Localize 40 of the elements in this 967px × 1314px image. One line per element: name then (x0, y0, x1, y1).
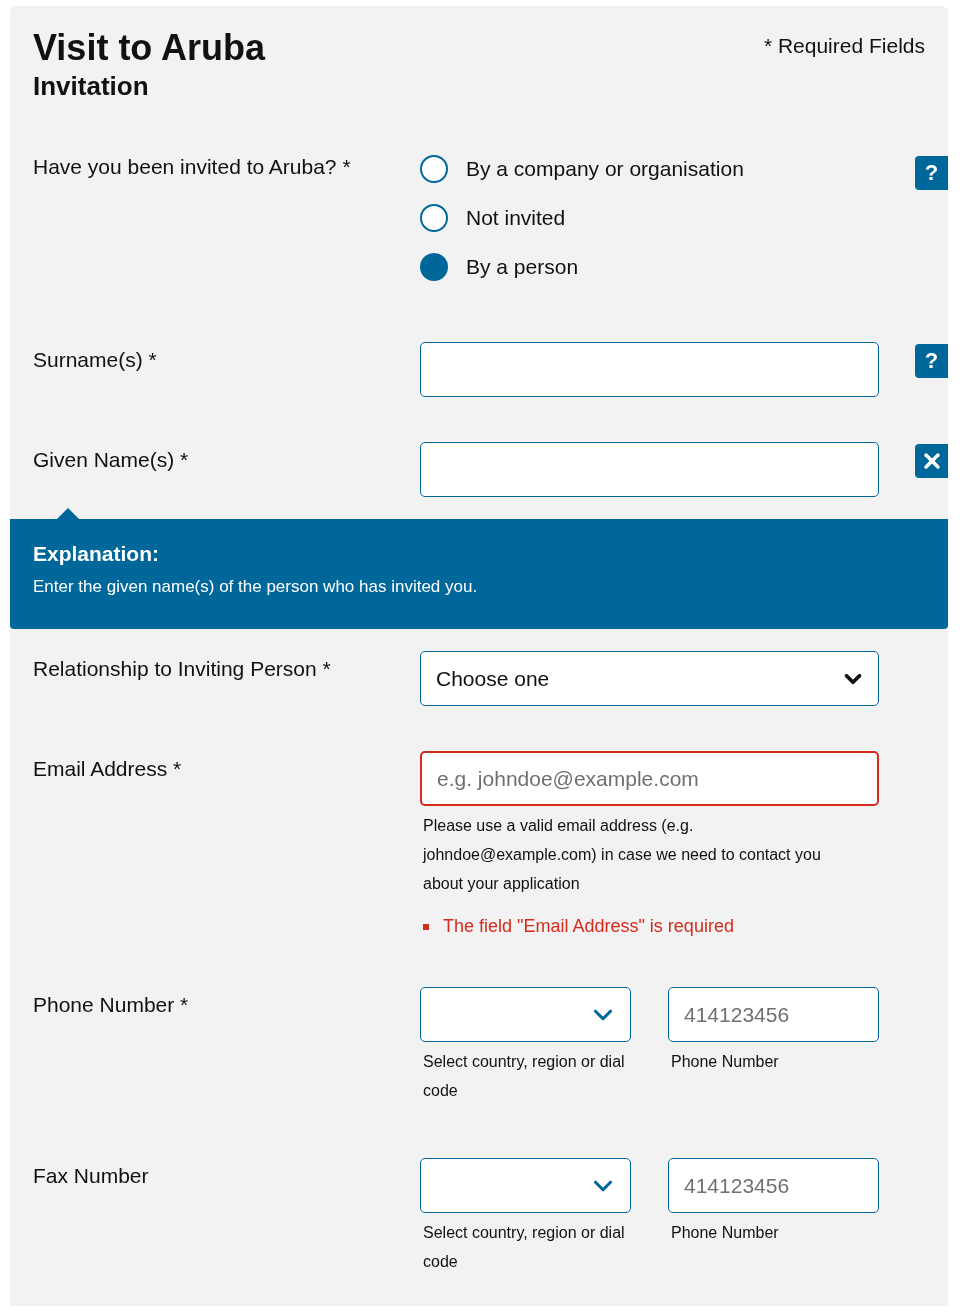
field-label: Given Name(s) * (33, 447, 190, 473)
radio-option[interactable]: By a person (420, 253, 879, 281)
help-button[interactable]: ? (915, 344, 948, 378)
radio-option[interactable]: Not invited (420, 204, 879, 232)
field-label: Relationship to Inviting Person * (33, 656, 332, 682)
explanation-text: Enter the given name(s) of the person who has invited you. (33, 576, 479, 598)
field-label: Fax Number (33, 1163, 150, 1189)
radio-button[interactable] (420, 253, 448, 281)
field-label: Email Address * (33, 756, 183, 782)
section-title: Invitation (33, 70, 150, 102)
page-title: Visit to Aruba (33, 28, 266, 68)
hint-text: Phone Number (670, 1052, 780, 1072)
required-note: * Required Fields (763, 33, 925, 59)
close-button[interactable] (915, 444, 948, 478)
radio-button[interactable] (420, 155, 448, 183)
bullet-icon (423, 923, 429, 930)
option-label: By a person (466, 255, 579, 279)
phone-field[interactable]: 414123456 (668, 1158, 879, 1213)
error-message: The field "Email Address" is required (443, 916, 734, 937)
hint-text: Phone Number (670, 1223, 780, 1243)
text-field[interactable] (420, 342, 879, 397)
text-field[interactable] (420, 442, 879, 497)
field-label: Have you been invited to Aruba? * (33, 154, 352, 180)
email-field[interactable]: e.g. johndoe@example.com (420, 751, 879, 806)
dial-code-dropdown[interactable] (420, 987, 631, 1042)
dial-code-dropdown[interactable] (420, 1158, 631, 1213)
hint-text: Select country, region or dial code (422, 1223, 626, 1272)
hint-text: Select country, region or dial code (422, 1052, 626, 1101)
hint-text: Please use a valid email address (e.g. johndoe@example.com) in case we need to contact you about your application (421, 816, 822, 894)
dropdown-field[interactable]: Choose one (420, 651, 879, 706)
field-label: Phone Number * (33, 992, 190, 1018)
phone-field[interactable]: 414123456 (668, 987, 879, 1042)
option-label: Not invited (466, 206, 566, 230)
radio-button[interactable] (420, 204, 448, 232)
explanation-title: Explanation: (33, 541, 160, 567)
dropdown-value: Choose one (436, 666, 550, 691)
option-label: By a company or organisation (466, 157, 744, 181)
field-label: Surname(s) * (33, 347, 158, 373)
radio-option[interactable]: By a company or organisation (420, 155, 879, 183)
help-button[interactable]: ? (915, 156, 948, 190)
